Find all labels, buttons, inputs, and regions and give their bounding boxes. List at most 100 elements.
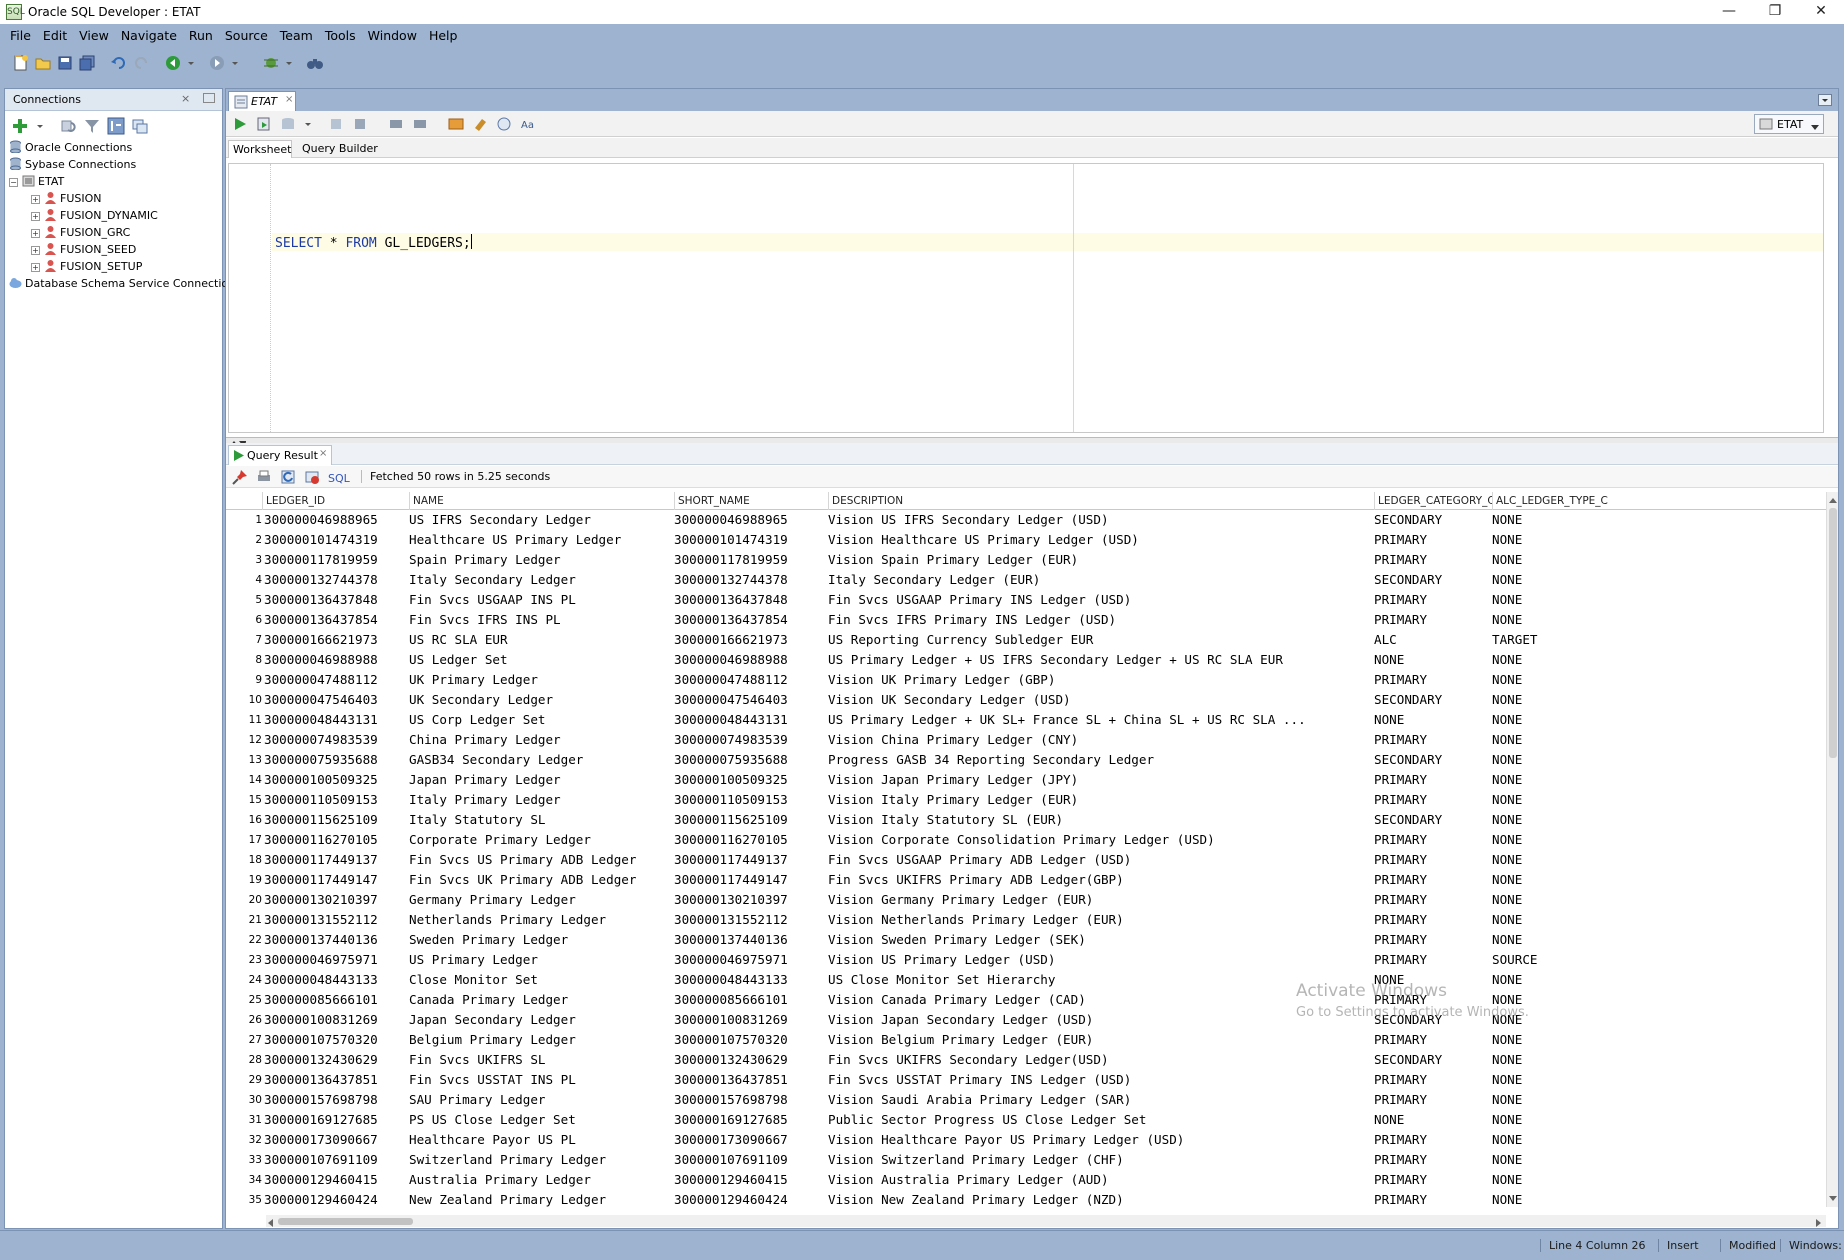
menu-navigate[interactable]: Navigate — [115, 27, 183, 47]
close-window-button[interactable]: ✕ — [1798, 0, 1844, 24]
cell-name[interactable]: Fin Svcs USGAAP INS PL — [409, 590, 674, 610]
table-row[interactable]: 15 300000110509153 Italy Primary Ledger 300… — [226, 790, 1826, 810]
close-result-icon[interactable]: × — [319, 448, 327, 459]
cell-ledger-id[interactable]: 300000157698798 — [264, 1090, 409, 1110]
forward-icon[interactable] — [208, 54, 226, 72]
cell-ledger-id[interactable]: 300000169127685 — [264, 1110, 409, 1130]
cell-short-name[interactable]: 300000047488112 — [674, 670, 828, 690]
cell-short-name[interactable]: 300000129460424 — [674, 1190, 828, 1207]
table-row[interactable]: 30 300000157698798 SAU Primary Ledger 30000… — [226, 1090, 1826, 1110]
save-icon[interactable] — [56, 54, 74, 72]
cell-ledger-id[interactable]: 300000130210397 — [264, 890, 409, 910]
column-header-description[interactable]: DESCRIPTION — [828, 492, 1374, 510]
cell-alc-ledger-type[interactable]: NONE — [1492, 670, 1826, 690]
cell-name[interactable]: Italy Primary Ledger — [409, 790, 674, 810]
cell-name[interactable]: US IFRS Secondary Ledger — [409, 510, 674, 530]
cell-alc-ledger-type[interactable]: NONE — [1492, 730, 1826, 750]
scroll-up-icon[interactable] — [1829, 494, 1837, 507]
expand-toggle-icon[interactable]: + — [31, 229, 40, 238]
column-header-ledger-category-code[interactable]: LEDGER_CATEGORY_CODE — [1374, 492, 1492, 510]
cell-short-name[interactable]: 300000136437848 — [674, 590, 828, 610]
autotrace-icon[interactable] — [388, 116, 406, 134]
table-row[interactable]: 16 300000115625109 Italy Statutory SL 30000… — [226, 810, 1826, 830]
table-row[interactable]: 34 300000129460415 Australia Primary Ledge… — [226, 1170, 1826, 1190]
cell-name[interactable]: Australia Primary Ledger — [409, 1170, 674, 1190]
table-row[interactable]: 20 300000130210397 Germany Primary Ledger 3… — [226, 890, 1826, 910]
sql-tuning-icon[interactable] — [496, 116, 514, 134]
cell-description[interactable]: Progress GASB 34 Reporting Secondary Led… — [828, 750, 1374, 770]
table-row[interactable]: 10 300000047546403 UK Secondary Ledger 3000… — [226, 690, 1826, 710]
cell-ledger-id[interactable]: 300000117449137 — [264, 850, 409, 870]
table-row[interactable]: 18 300000117449137 Fin Svcs US Primary ADB… — [226, 850, 1826, 870]
cell-alc-ledger-type[interactable]: NONE — [1492, 810, 1826, 830]
cell-alc-ledger-type[interactable]: NONE — [1492, 610, 1826, 630]
cell-alc-ledger-type[interactable]: NONE — [1492, 530, 1826, 550]
table-row[interactable]: 2 300000101474319 Healthcare US Primary Le… — [226, 530, 1826, 550]
cell-ledger-category-code[interactable]: PRIMARY — [1374, 850, 1492, 870]
cell-description[interactable]: Vision Italy Primary Ledger (EUR) — [828, 790, 1374, 810]
cell-ledger-category-code[interactable]: PRIMARY — [1374, 770, 1492, 790]
cell-short-name[interactable]: 300000166621973 — [674, 630, 828, 650]
cell-ledger-category-code[interactable]: SECONDARY — [1374, 570, 1492, 590]
cell-name[interactable]: Fin Svcs USSTAT INS PL — [409, 1070, 674, 1090]
cell-description[interactable]: Fin Svcs UKIFRS Primary ADB Ledger(GBP) — [828, 870, 1374, 890]
table-row[interactable]: 29 300000136437851 Fin Svcs USSTAT INS PL 3… — [226, 1070, 1826, 1090]
cell-ledger-category-code[interactable]: PRIMARY — [1374, 590, 1492, 610]
cell-alc-ledger-type[interactable]: TARGET — [1492, 630, 1826, 650]
cell-description[interactable]: Vision Germany Primary Ledger (EUR) — [828, 890, 1374, 910]
run-script-icon[interactable] — [256, 116, 274, 134]
cell-short-name[interactable]: 300000110509153 — [674, 790, 828, 810]
cell-short-name[interactable]: 300000157698798 — [674, 1090, 828, 1110]
cell-alc-ledger-type[interactable]: NONE — [1492, 550, 1826, 570]
cell-alc-ledger-type[interactable]: NONE — [1492, 790, 1826, 810]
add-connection-icon[interactable] — [11, 117, 29, 135]
add-dropdown-icon[interactable] — [35, 117, 53, 135]
cell-name[interactable]: Fin Svcs US Primary ADB Ledger — [409, 850, 674, 870]
cell-alc-ledger-type[interactable]: NONE — [1492, 1030, 1826, 1050]
cell-ledger-id[interactable]: 300000048443131 — [264, 710, 409, 730]
cell-ledger-category-code[interactable]: PRIMARY — [1374, 530, 1492, 550]
new-file-icon[interactable] — [12, 54, 30, 72]
table-row[interactable]: 31 300000169127685 PS US Close Ledger Set 3… — [226, 1110, 1826, 1130]
cell-name[interactable]: Canada Primary Ledger — [409, 990, 674, 1010]
cell-short-name[interactable]: 300000130210397 — [674, 890, 828, 910]
binoculars-icon[interactable] — [306, 54, 324, 72]
cell-name[interactable]: China Primary Ledger — [409, 730, 674, 750]
rollback-icon[interactable] — [328, 116, 346, 134]
table-row[interactable]: 25 300000085666101 Canada Primary Ledger 30… — [226, 990, 1826, 1010]
cell-name[interactable]: Belgium Primary Ledger — [409, 1030, 674, 1050]
back-icon[interactable] — [164, 54, 182, 72]
cell-description[interactable]: US Reporting Currency Subledger EUR — [828, 630, 1374, 650]
back-dropdown-icon[interactable] — [186, 54, 204, 72]
cell-alc-ledger-type[interactable]: NONE — [1492, 1130, 1826, 1150]
cell-short-name[interactable]: 300000046988988 — [674, 650, 828, 670]
cell-name[interactable]: Japan Primary Ledger — [409, 770, 674, 790]
tree-item-fusion-setup[interactable]: + FUSION_SETUP — [9, 258, 224, 275]
cell-alc-ledger-type[interactable]: NONE — [1492, 830, 1826, 850]
table-row[interactable]: 1 300000046988965 US IFRS Secondary Ledger… — [226, 510, 1826, 530]
clear-icon[interactable] — [412, 116, 430, 134]
format-case-icon[interactable]: Aa — [520, 116, 538, 134]
cell-alc-ledger-type[interactable]: NONE — [1492, 970, 1826, 990]
tree-item-etat[interactable]: − ETAT — [9, 173, 224, 190]
cell-name[interactable]: Healthcare US Primary Ledger — [409, 530, 674, 550]
sql-history-icon[interactable] — [448, 116, 466, 134]
cell-short-name[interactable]: 300000136437854 — [674, 610, 828, 630]
cell-description[interactable]: Public Sector Progress US Close Ledger S… — [828, 1110, 1374, 1130]
cell-ledger-id[interactable]: 300000075935688 — [264, 750, 409, 770]
cell-alc-ledger-type[interactable]: NONE — [1492, 690, 1826, 710]
cell-description[interactable]: Vision US IFRS Secondary Ledger (USD) — [828, 510, 1374, 530]
cell-ledger-id[interactable]: 300000046988988 — [264, 650, 409, 670]
menu-team[interactable]: Team — [274, 27, 319, 47]
cell-ledger-id[interactable]: 300000132430629 — [264, 1050, 409, 1070]
cell-ledger-category-code[interactable]: PRIMARY — [1374, 1150, 1492, 1170]
cell-alc-ledger-type[interactable]: NONE — [1492, 1010, 1826, 1030]
cell-description[interactable]: Vision Belgium Primary Ledger (EUR) — [828, 1030, 1374, 1050]
cell-ledger-category-code[interactable]: PRIMARY — [1374, 550, 1492, 570]
cell-name[interactable]: Spain Primary Ledger — [409, 550, 674, 570]
cell-name[interactable]: Italy Statutory SL — [409, 810, 674, 830]
pin-icon[interactable] — [232, 469, 250, 487]
debug-icon[interactable] — [262, 54, 280, 72]
cell-name[interactable]: UK Secondary Ledger — [409, 690, 674, 710]
cell-description[interactable]: Fin Svcs USSTAT Primary INS Ledger (USD) — [828, 1070, 1374, 1090]
